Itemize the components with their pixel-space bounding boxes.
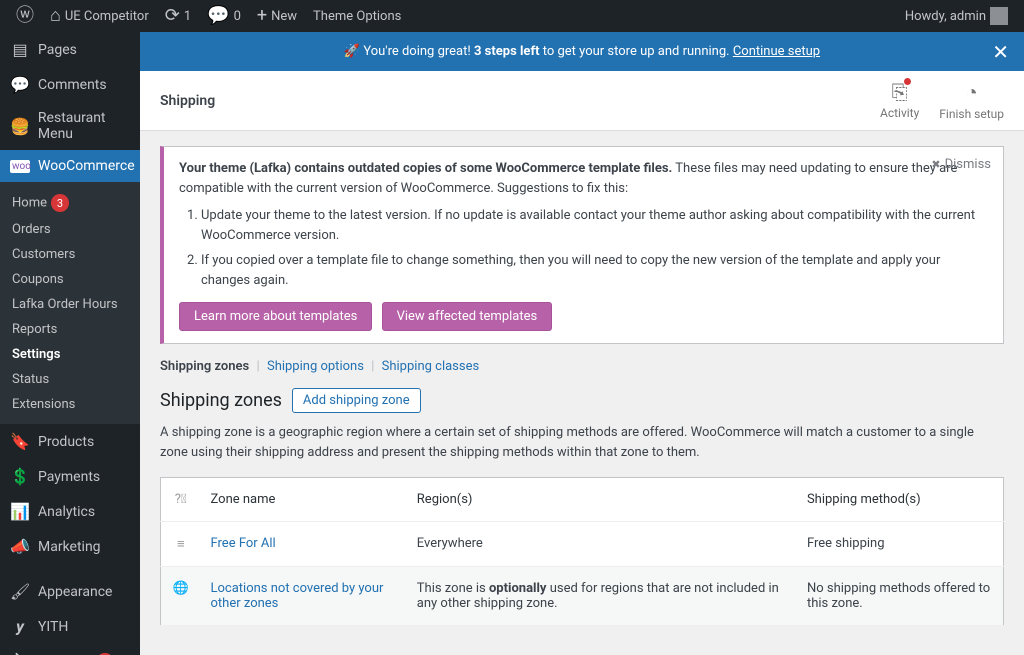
- chart-icon: 📊: [10, 502, 30, 521]
- dismiss-button[interactable]: Dismiss: [931, 157, 991, 172]
- zone-region: This zone is optionally used for regions…: [407, 567, 797, 626]
- help-icon[interactable]: ?⃝: [161, 478, 201, 522]
- continue-setup-link[interactable]: Continue setup: [733, 44, 820, 59]
- outdated-templates-notice: Dismiss Your theme (Lafka) contains outd…: [160, 146, 1004, 344]
- progress-icon: ◔: [966, 80, 978, 105]
- card-icon: 💲: [10, 467, 30, 486]
- menu-woocommerce[interactable]: wooWooCommerce: [0, 150, 140, 182]
- submenu-coupons[interactable]: Coupons: [0, 267, 140, 292]
- submenu-orders[interactable]: Orders: [0, 217, 140, 242]
- setup-banner: 🚀 You're doing great! 3 steps left to ge…: [140, 32, 1024, 71]
- refresh-icon: ⟳: [165, 7, 180, 25]
- activity-button[interactable]: ⎘ Activity: [880, 80, 919, 121]
- submenu-status[interactable]: Status: [0, 367, 140, 392]
- zone-name-link[interactable]: Locations not covered by your other zone…: [211, 581, 384, 611]
- notice-list-item: Update your theme to the latest version.…: [201, 206, 988, 245]
- admin-toolbar: ⓦ ⌂UE Competitor ⟳1 💬0 +New Theme Option…: [0, 0, 1024, 32]
- menu-appearance[interactable]: 🖌Appearance: [0, 574, 140, 609]
- col-method: Shipping method(s): [797, 478, 1004, 522]
- account-link[interactable]: Howdy, admin: [897, 0, 1016, 32]
- menu-yith[interactable]: yYITH: [0, 609, 140, 644]
- wp-logo[interactable]: ⓦ: [8, 0, 42, 32]
- menu-marketing[interactable]: 📣Marketing: [0, 529, 140, 564]
- comments-link[interactable]: 💬0: [199, 0, 249, 32]
- home-icon: ⌂: [50, 7, 61, 25]
- zone-region: Everywhere: [407, 522, 797, 567]
- tab-shipping-zones[interactable]: Shipping zones: [160, 359, 249, 374]
- add-shipping-zone-button[interactable]: Add shipping zone: [292, 388, 421, 413]
- plus-icon: +: [257, 7, 267, 25]
- yith-icon: y: [10, 617, 30, 636]
- menu-restaurant[interactable]: 🍔Restaurant Menu: [0, 102, 140, 150]
- learn-more-button[interactable]: Learn more about templates: [179, 302, 372, 331]
- submenu-lafka[interactable]: Lafka Order Hours: [0, 292, 140, 317]
- menu-pages[interactable]: ▤Pages: [0, 32, 140, 67]
- menu-icon: 🍔: [10, 117, 30, 136]
- menu-analytics[interactable]: 📊Analytics: [0, 494, 140, 529]
- submenu-settings[interactable]: Settings: [0, 342, 140, 367]
- home-badge: 3: [51, 194, 69, 212]
- view-affected-button[interactable]: View affected templates: [382, 302, 553, 331]
- main-content: 🚀 You're doing great! 3 steps left to ge…: [140, 0, 1024, 655]
- section-description: A shipping zone is a geographic region w…: [160, 423, 1004, 462]
- tag-icon: 🔖: [10, 432, 30, 451]
- table-row: ≡ Free For All Everywhere Free shipping: [161, 522, 1004, 567]
- notice-list-item: If you copied over a template file to ch…: [201, 251, 988, 290]
- drag-handle-icon[interactable]: ≡: [161, 522, 201, 567]
- zone-name-link[interactable]: Free For All: [211, 536, 276, 551]
- page-header: Shipping ⎘ Activity ◔ Finish setup: [140, 71, 1024, 131]
- comment-icon: 💬: [10, 75, 30, 94]
- globe-icon: 🌐: [161, 567, 201, 626]
- page-title: Shipping: [160, 93, 215, 109]
- col-region: Region(s): [407, 478, 797, 522]
- comment-icon: 💬: [207, 7, 229, 25]
- megaphone-icon: 📣: [10, 537, 30, 556]
- new-content-link[interactable]: +New: [249, 0, 305, 32]
- menu-comments[interactable]: 💬Comments: [0, 67, 140, 102]
- settings-subnav: Shipping zones | Shipping options | Ship…: [160, 359, 1004, 374]
- theme-options-link[interactable]: Theme Options: [305, 0, 409, 32]
- admin-sidebar: ▤Pages 💬Comments 🍔Restaurant Menu wooWoo…: [0, 0, 140, 655]
- shipping-zones-table: ?⃝ Zone name Region(s) Shipping method(s…: [160, 477, 1004, 626]
- close-icon[interactable]: ✕: [992, 40, 1009, 64]
- woocommerce-submenu: Home3 Orders Customers Coupons Lafka Ord…: [0, 182, 140, 424]
- menu-products[interactable]: 🔖Products: [0, 424, 140, 459]
- page-icon: ▤: [10, 40, 30, 59]
- site-name-link[interactable]: ⌂UE Competitor: [42, 0, 157, 32]
- zone-method: No shipping methods offered to this zone…: [797, 567, 1004, 626]
- banner-text: 🚀 You're doing great! 3 steps left to ge…: [344, 44, 820, 59]
- tab-shipping-options[interactable]: Shipping options: [267, 359, 364, 374]
- submenu-extensions[interactable]: Extensions: [0, 392, 140, 417]
- avatar-icon: [990, 7, 1008, 25]
- tab-shipping-classes[interactable]: Shipping classes: [382, 359, 480, 374]
- brush-icon: 🖌: [10, 582, 30, 601]
- zone-method: Free shipping: [797, 522, 1004, 567]
- menu-plugins[interactable]: 🔌Plugins1: [0, 644, 140, 655]
- notification-dot: [904, 78, 911, 85]
- section-title: Shipping zones: [160, 390, 282, 411]
- finish-setup-button[interactable]: ◔ Finish setup: [939, 80, 1004, 121]
- submenu-home[interactable]: Home3: [0, 189, 140, 217]
- submenu-reports[interactable]: Reports: [0, 317, 140, 342]
- submenu-customers[interactable]: Customers: [0, 242, 140, 267]
- table-row: 🌐 Locations not covered by your other zo…: [161, 567, 1004, 626]
- col-zone-name: Zone name: [201, 478, 407, 522]
- updates-link[interactable]: ⟳1: [157, 0, 199, 32]
- menu-payments[interactable]: 💲Payments: [0, 459, 140, 494]
- woo-icon: woo: [10, 160, 30, 173]
